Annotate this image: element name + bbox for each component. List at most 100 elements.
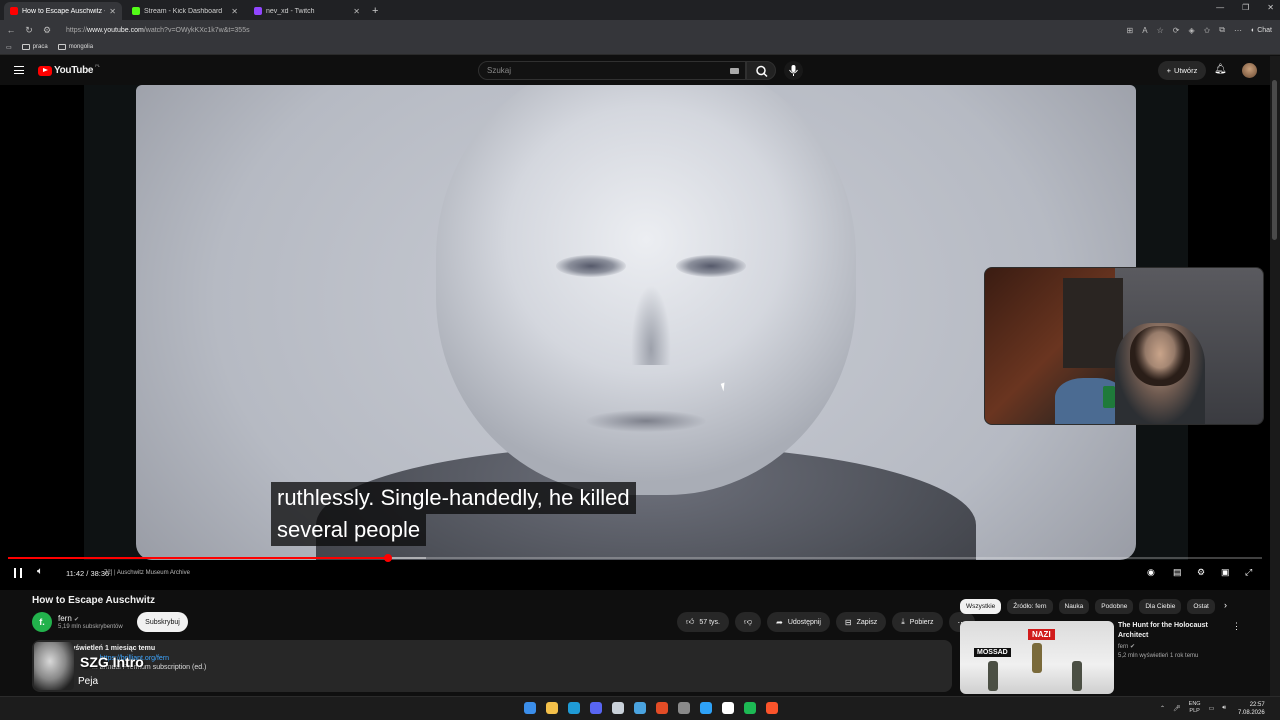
chapter-title[interactable]: 72] | Auschwitz Museum Archive — [104, 570, 190, 576]
avatar[interactable] — [1242, 63, 1257, 78]
like-button[interactable]: 👍︎ 57 tys. — [677, 612, 729, 632]
restore-icon[interactable]: ❐ — [1242, 3, 1249, 12]
file-explorer-icon[interactable] — [546, 702, 558, 714]
extension-icon[interactable]: ◈ — [1188, 26, 1194, 35]
progress-bar[interactable] — [8, 554, 1262, 562]
chip-all[interactable]: Wszystkie — [960, 599, 1002, 614]
subtitles-icon[interactable]: ▤ — [1173, 567, 1182, 578]
photo-eye-right — [676, 255, 746, 277]
url-field[interactable]: https://www.youtube.com/watch?v=OWykKXc1… — [66, 27, 250, 34]
folder-icon — [57, 44, 66, 50]
thumb-figure-soldier-right — [1072, 661, 1082, 691]
recommended-channel[interactable]: fern ✔ — [1118, 643, 1135, 650]
windows-start-icon[interactable] — [524, 702, 536, 714]
minimize-icon[interactable]: — — [1216, 3, 1224, 12]
autoplay-toggle-icon[interactable]: ◉ — [1147, 567, 1155, 578]
back-icon[interactable]: ← — [6, 25, 16, 35]
bookmark-folder-praca[interactable]: praca — [21, 44, 48, 50]
pause-icon[interactable] — [14, 568, 22, 578]
chip-source[interactable]: Źródło: fern — [1007, 599, 1053, 614]
progress-scrubber[interactable] — [383, 554, 392, 562]
player-controls: 🔈︎ 11:42 / 38:36 72] | Auschwitz Museum … — [0, 563, 1270, 585]
create-button[interactable]: + Utwórz — [1158, 61, 1206, 80]
favorites-icon[interactable]: ✩ — [1204, 26, 1211, 35]
keyboard-icon[interactable] — [730, 68, 739, 74]
tab-kick[interactable]: Stream - Kick Dashboard ✕ — [126, 2, 244, 20]
network-icon[interactable]: ▭ — [1209, 705, 1215, 712]
like-count: 57 tys. — [699, 618, 720, 626]
tray-mic-icon[interactable]: 🎤︎ — [1173, 705, 1181, 712]
notifications-bell-icon[interactable]: 🔔︎ — [1214, 64, 1227, 75]
site-info-icon[interactable]: ⚙ — [42, 25, 52, 36]
language-indicator[interactable]: ENG PLP — [1189, 701, 1201, 715]
share-button[interactable]: ➦ Udostępnij — [767, 612, 830, 632]
address-bar: ← ↻ ⚙ https://www.youtube.com/watch?v=OW… — [0, 20, 1280, 40]
translate-icon[interactable]: A — [1142, 26, 1147, 35]
channel-name[interactable]: fern ✔ — [58, 614, 79, 623]
install-app-icon[interactable]: ⊞ — [1127, 26, 1134, 35]
chip-related[interactable]: Podobne — [1095, 599, 1134, 614]
app-icon[interactable] — [634, 702, 646, 714]
menu-icon[interactable] — [14, 66, 24, 74]
voice-search-button[interactable] — [784, 61, 803, 80]
search-input[interactable]: Szukaj — [478, 61, 746, 80]
recommended-title[interactable]: The Hunt for the Holocaust Architect — [1118, 621, 1238, 641]
volume-icon[interactable]: 🔈︎ — [37, 566, 43, 577]
subtitle-caption: ruthlessly. Single-handedly, he killed s… — [271, 482, 636, 546]
app-icon[interactable] — [700, 702, 712, 714]
brave-icon[interactable] — [656, 702, 668, 714]
share-label: Udostępnij — [787, 618, 821, 626]
close-tab-icon[interactable]: ✕ — [353, 7, 360, 16]
recommended-video[interactable]: MOSSAD NAZI The Hunt for the Holocaust A… — [960, 621, 1260, 694]
search-button[interactable] — [746, 61, 776, 80]
folder-icon — [21, 44, 30, 50]
save-button[interactable]: ⊟ Zapisz — [835, 612, 887, 632]
scrollbar-thumb[interactable] — [1272, 80, 1277, 240]
taskbar-clock[interactable]: 22:57 7.08.2026 — [1238, 701, 1265, 717]
obs-icon[interactable] — [678, 702, 690, 714]
url-domain: www.youtube.com — [87, 26, 144, 34]
bookmark-folder-mongolia[interactable]: mongolia — [57, 44, 93, 50]
settings-gear-icon[interactable]: ⚙ — [1197, 567, 1205, 578]
spotify-icon[interactable] — [744, 702, 756, 714]
more-menu-icon[interactable]: ⋯ — [1234, 26, 1242, 35]
reload-icon[interactable]: ↻ — [24, 25, 34, 36]
youtube-logo[interactable]: YouTube PL — [38, 63, 100, 76]
speaker-icon[interactable]: 🔊︎ — [1222, 705, 1226, 712]
copilot-chat-button[interactable]: ◐ Chat — [1251, 27, 1272, 34]
close-window-icon[interactable]: ✕ — [1267, 3, 1274, 12]
edge-browser-icon[interactable] — [568, 702, 580, 714]
refresh-extension-icon[interactable]: ⟳ — [1173, 26, 1180, 35]
page-scrollbar[interactable] — [1270, 56, 1280, 696]
extensions-puzzle-icon[interactable]: ⧉ — [1219, 25, 1225, 35]
subscribe-button[interactable]: Subskrybuj — [137, 612, 188, 632]
channel-avatar[interactable]: f. — [32, 612, 52, 632]
description-box[interactable]: 1,7 mln wyświetleń 1 miesiąc temu ... ht… — [32, 640, 952, 692]
recommended-thumbnail[interactable]: MOSSAD NAZI — [960, 621, 1114, 694]
chip-science[interactable]: Nauka — [1058, 599, 1090, 614]
brave-shield-icon[interactable] — [766, 702, 778, 714]
terminal-icon[interactable] — [722, 702, 734, 714]
tab-youtube[interactable]: How to Escape Auschwitz - W ✕ — [4, 2, 122, 20]
channel-name-text: fern — [58, 614, 72, 623]
miniplayer-icon[interactable]: ▣ — [1221, 567, 1230, 578]
fullscreen-icon[interactable]: ⤢ — [1245, 567, 1252, 578]
discord-icon[interactable] — [590, 702, 602, 714]
tray-chevron-icon[interactable]: ⌃ — [1160, 705, 1165, 712]
tab-twitch[interactable]: nev_xd - Twitch ✕ — [248, 2, 366, 20]
chip-for-you[interactable]: Dla Ciebie — [1139, 599, 1182, 614]
bookmark-star-icon[interactable]: ☆ — [1157, 26, 1164, 35]
reading-list-icon[interactable]: ▭ — [6, 44, 12, 51]
more-vert-icon[interactable]: ⋮ — [1232, 621, 1241, 632]
progress-played — [8, 557, 388, 559]
close-tab-icon[interactable]: ✕ — [231, 7, 238, 16]
webcam-overlay — [984, 267, 1264, 425]
chevron-right-icon[interactable]: › — [1224, 600, 1227, 610]
dislike-button[interactable]: 👎︎ — [735, 612, 762, 632]
steam-icon[interactable] — [612, 702, 624, 714]
new-tab-icon[interactable]: + — [372, 2, 378, 20]
video-player[interactable]: ruthlessly. Single-handedly, he killed s… — [0, 85, 1270, 590]
download-button[interactable]: ⤓ Pobierz — [892, 612, 943, 632]
chip-recent[interactable]: Ostat — [1187, 599, 1215, 614]
close-tab-icon[interactable]: ✕ — [109, 7, 116, 16]
